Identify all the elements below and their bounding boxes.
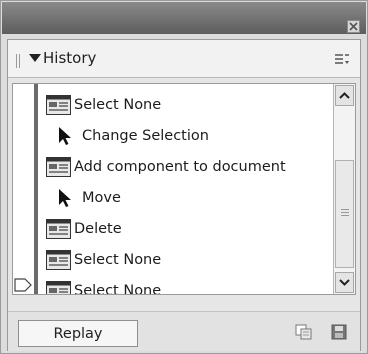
scroll-thumb[interactable] (335, 160, 354, 268)
history-step-label: Select None (74, 251, 162, 268)
history-step-6[interactable]: Select None (46, 275, 326, 295)
history-list[interactable]: Select None Change Selection Add compone… (12, 83, 356, 295)
chevron-down-icon (339, 279, 350, 286)
vertical-scrollbar[interactable] (333, 84, 355, 294)
copy-steps-icon[interactable] (295, 324, 313, 340)
history-step-label: Add component to document (74, 158, 286, 175)
panel-footer: Replay (8, 311, 360, 351)
panel-header: History (8, 40, 360, 78)
doc-step-icon (46, 156, 71, 177)
scroll-up-button[interactable] (335, 85, 354, 106)
history-step-4[interactable]: Delete (46, 213, 326, 244)
history-panel: History Select None Change Selection Add… (7, 39, 361, 351)
history-step-2[interactable]: Add component to document (46, 151, 326, 182)
history-step-label: Select None (74, 282, 162, 295)
history-step-3[interactable]: Move (46, 182, 326, 213)
drag-grip-icon[interactable] (16, 54, 21, 68)
history-step-label: Move (82, 189, 121, 206)
arrow-pointer-icon (54, 126, 74, 146)
window-titlebar[interactable] (2, 2, 366, 34)
undo-slider-track[interactable] (34, 84, 38, 294)
doc-step-icon (46, 249, 71, 270)
history-step-0[interactable]: Select None (46, 89, 326, 120)
close-icon (349, 22, 358, 31)
collapse-arrow-icon[interactable] (29, 54, 41, 62)
history-step-5[interactable]: Select None (46, 244, 326, 275)
replay-button[interactable]: Replay (18, 320, 138, 347)
options-menu-icon[interactable] (334, 53, 350, 67)
history-step-label: Delete (74, 220, 122, 237)
doc-step-icon (46, 218, 71, 239)
history-step-label: Change Selection (82, 127, 209, 144)
doc-step-icon (46, 280, 71, 294)
arrow-pointer-icon (54, 188, 74, 208)
save-icon[interactable] (331, 324, 347, 340)
history-window: History Select None Change Selection Add… (0, 0, 368, 354)
close-button[interactable] (347, 20, 360, 33)
history-rows: Select None Change Selection Add compone… (46, 89, 326, 295)
history-step-label: Select None (74, 96, 162, 113)
chevron-up-icon (339, 92, 350, 99)
doc-step-icon (46, 94, 71, 115)
scroll-down-button[interactable] (335, 272, 354, 293)
panel-title: History (43, 49, 97, 67)
undo-slider-handle[interactable] (14, 278, 32, 292)
history-step-1[interactable]: Change Selection (46, 120, 326, 151)
